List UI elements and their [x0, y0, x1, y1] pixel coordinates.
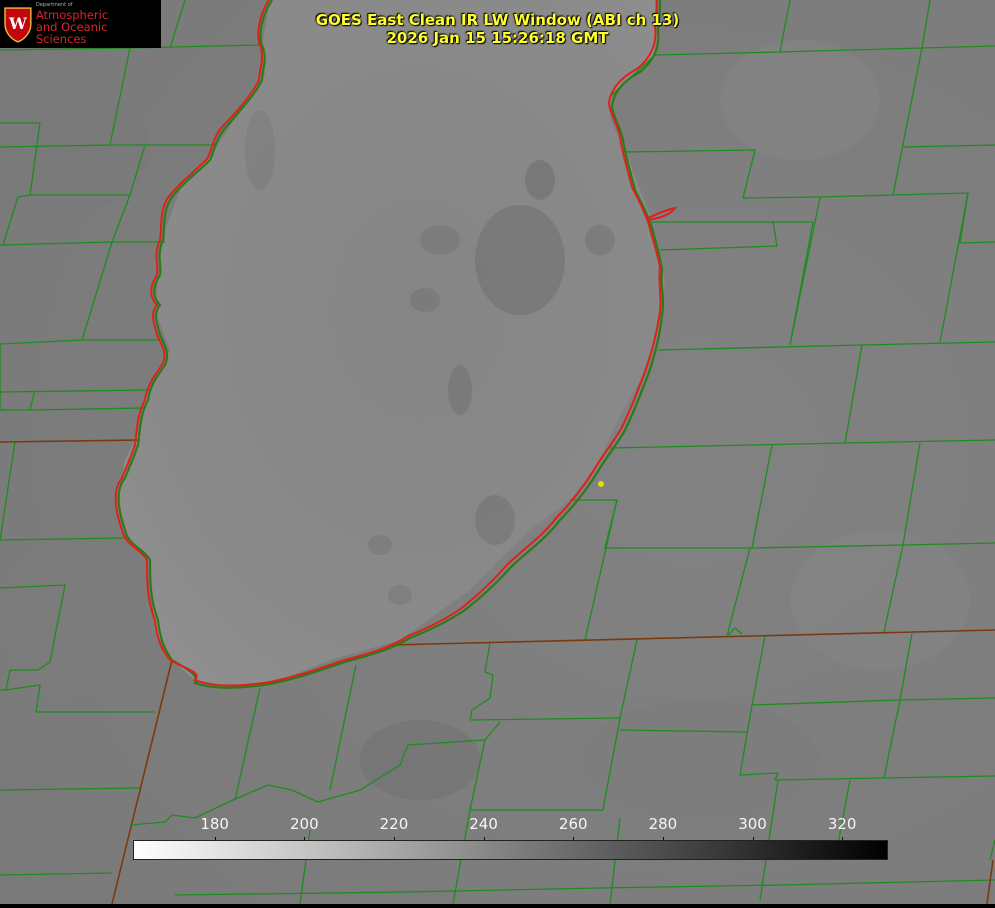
logo-line1: Atmospheric [35, 7, 109, 22]
uw-aos-logo[interactable]: W Department of Atmospheric and Oceanic … [0, 0, 161, 48]
logo-line2: and Oceanic Sciences [35, 19, 108, 46]
colorbar-gradient [134, 841, 887, 859]
colorbar-tick-label: 200 [289, 815, 319, 833]
colorbar-tick-label: 300 [738, 815, 767, 833]
satellite-map: W Department of Atmospheric and Oceanic … [0, 0, 995, 905]
colorbar-tick-label: 180 [200, 815, 229, 833]
location-marker-icon [598, 481, 604, 487]
crest-letter: W [8, 14, 28, 33]
map-image [0, 0, 995, 905]
colorbar-tick-label: 320 [827, 815, 857, 833]
uw-crest-icon: W [4, 7, 32, 43]
colorbar-tick-label: 240 [469, 815, 498, 833]
colorbar-tick-label: 280 [648, 815, 678, 833]
colorbar-tick-label: 260 [558, 815, 588, 833]
colorbar: 180 200 220 240 260 280 300 320 [134, 815, 887, 861]
colorbar-tick-label: 220 [379, 815, 409, 833]
